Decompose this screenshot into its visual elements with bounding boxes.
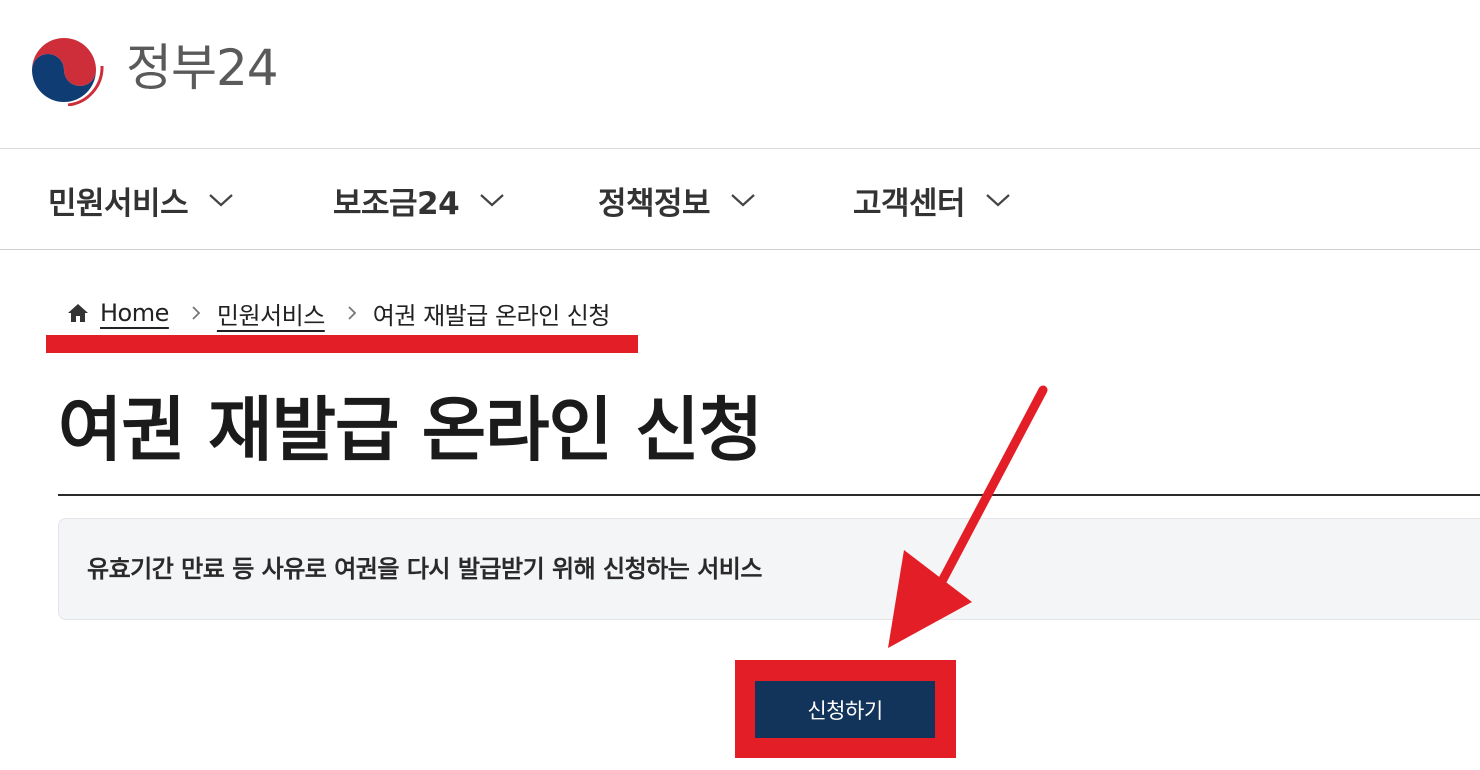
breadcrumb-current: 여권 재발급 온라인 신청 xyxy=(372,301,611,330)
breadcrumb-section-link[interactable]: 민원서비스 xyxy=(217,296,325,331)
chevron-down-icon xyxy=(209,194,233,207)
nav-item-label: 고객센터 xyxy=(853,185,966,222)
breadcrumb: Home 민원서비스 여권 재발급 온라인 신청 xyxy=(66,296,610,330)
chevron-down-icon xyxy=(986,194,1010,207)
chevron-down-icon xyxy=(731,194,755,207)
nav-item-policy[interactable]: 정책정보 xyxy=(598,177,756,223)
site-logo-text[interactable]: 정부24 xyxy=(126,36,279,100)
home-icon[interactable] xyxy=(66,302,90,324)
title-divider xyxy=(58,494,1480,496)
main-nav: 민원서비스 보조금24 정책정보 고객센터 xyxy=(0,148,1480,250)
apply-button[interactable]: 신청하기 xyxy=(755,681,935,738)
chevron-right-icon xyxy=(191,305,201,321)
nav-item-label: 보조금24 xyxy=(333,185,460,222)
service-description-box: 유효기간 만료 등 사유로 여권을 다시 발급받기 위해 신청하는 서비스 xyxy=(58,518,1480,620)
chevron-right-icon xyxy=(347,305,357,321)
nav-item-label: 민원서비스 xyxy=(48,185,189,222)
arrow-annotation-icon xyxy=(888,385,1048,648)
site-header: 정부24 xyxy=(0,0,1480,148)
service-description: 유효기간 만료 등 사유로 여권을 다시 발급받기 위해 신청하는 서비스 xyxy=(87,555,762,583)
annotation-underline xyxy=(46,335,638,353)
chevron-down-icon xyxy=(480,194,504,207)
nav-item-label: 정책정보 xyxy=(598,185,711,222)
nav-item-customer-center[interactable]: 고객센터 xyxy=(853,177,1011,223)
taegeuk-emblem-icon[interactable] xyxy=(22,26,106,106)
nav-item-subsidy[interactable]: 보조금24 xyxy=(333,177,505,223)
breadcrumb-home-link[interactable]: Home xyxy=(100,299,169,327)
page-title: 여권 재발급 온라인 신청 xyxy=(58,389,763,471)
nav-item-civil-service[interactable]: 민원서비스 xyxy=(48,177,234,223)
